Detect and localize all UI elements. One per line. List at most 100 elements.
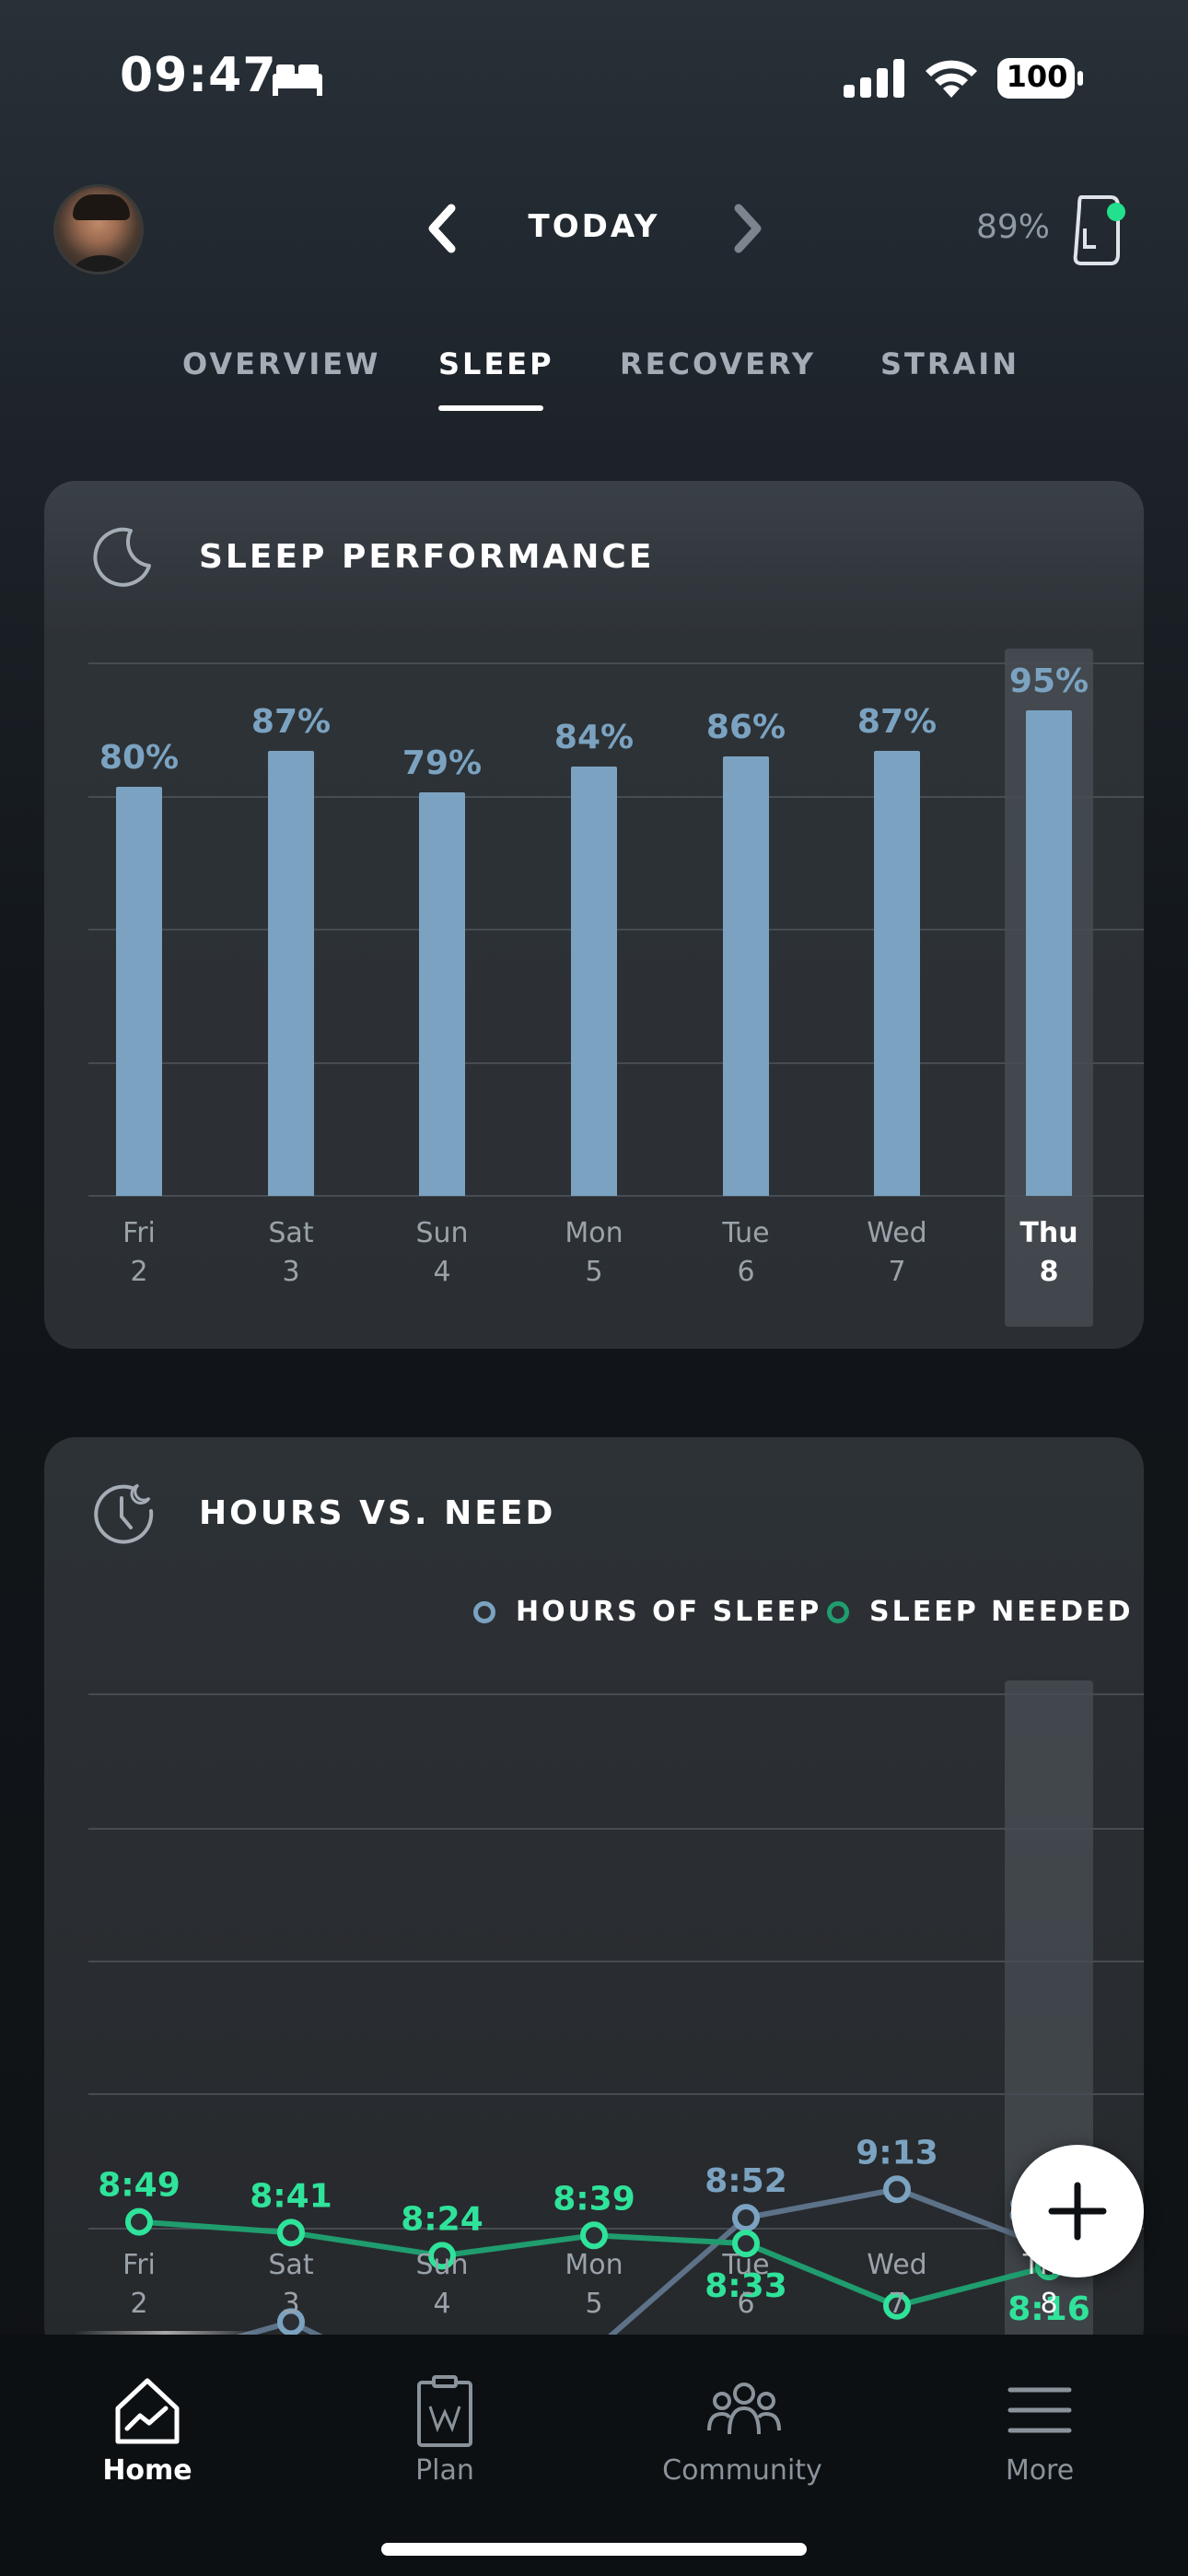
day-label: Sun 4 — [378, 1214, 507, 1292]
bar-value-label: 84% — [553, 718, 635, 756]
day-label: Fri 2 — [75, 2246, 204, 2324]
day-name: Wed — [867, 1217, 927, 1249]
strap-battery-icon[interactable] — [1068, 193, 1133, 267]
day-label: Wed 7 — [833, 2246, 961, 2324]
day-name: Fri — [122, 2249, 156, 2281]
day-label: Sun 4 — [378, 2246, 507, 2324]
bar-value-label: 80% — [99, 739, 180, 778]
menu-icon — [1007, 2387, 1072, 2433]
chevron-right-icon[interactable] — [718, 201, 774, 256]
day-number: 7 — [888, 2288, 906, 2320]
plus-icon — [1048, 2182, 1107, 2241]
day-number: 4 — [433, 1256, 451, 1288]
moon-icon — [93, 527, 151, 587]
bar-value-label: 87% — [250, 703, 332, 742]
day-label: Fri 2 — [75, 1214, 204, 1292]
sleep-performance-title: SLEEP PERFORMANCE — [199, 538, 655, 576]
day-number: 4 — [433, 2288, 451, 2320]
date-title: TODAY — [528, 208, 660, 245]
sleep-needed-value-label: 8:24 — [401, 2200, 483, 2238]
tab-strain[interactable]: STRAIN — [880, 346, 1019, 381]
day-number: 8 — [1040, 2288, 1058, 2320]
tab-sleep[interactable]: SLEEP — [438, 346, 554, 381]
nav-plan-label: Plan — [415, 2454, 474, 2487]
day-name: Thu — [1019, 1217, 1078, 1249]
sleep-needed-value-label: 8:39 — [553, 2180, 635, 2218]
bottom-nav: Home Plan Community More — [0, 2335, 1188, 2576]
bar-value-label: 95% — [1008, 662, 1089, 700]
bar-mon — [571, 766, 617, 1196]
day-name: Wed — [867, 2249, 927, 2281]
bar-tue — [723, 755, 769, 1196]
day-label: Mon 5 — [530, 2246, 658, 2324]
tab-recovery[interactable]: RECOVERY — [620, 346, 816, 381]
day-number: 7 — [888, 1256, 906, 1288]
battery-level: 100 — [1006, 59, 1068, 94]
bar-wed — [874, 751, 920, 1196]
day-number: 6 — [737, 2288, 755, 2320]
nav-more-label: More — [1005, 2454, 1075, 2487]
status-time: 09:47 — [120, 48, 277, 103]
day-label: Tue 6 — [681, 2246, 810, 2324]
day-number: 6 — [737, 1256, 755, 1288]
status-bar: 09:47 100 — [0, 0, 1188, 157]
day-number: 5 — [585, 2288, 603, 2320]
day-name: Sat — [268, 1217, 314, 1249]
add-activity-button[interactable] — [1011, 2145, 1144, 2277]
avatar-shirt — [64, 255, 139, 272]
nav-community-label: Community — [662, 2454, 822, 2487]
hours-of-sleep-value-label: 8:52 — [705, 2162, 787, 2200]
day-name: Sun — [415, 1217, 469, 1249]
bar-value-label: 79% — [402, 744, 483, 782]
avatar[interactable] — [53, 184, 144, 275]
home-icon — [115, 2378, 180, 2444]
bar-thu — [1026, 709, 1072, 1196]
sleep-performance-card[interactable]: SLEEP PERFORMANCE 80% Fri 2 87% Sat 3 79% Sun 4 8… — [44, 481, 1144, 1349]
day-label: Mon 5 — [530, 1214, 658, 1292]
cellular-signal-icon — [844, 59, 904, 98]
day-name: Mon — [565, 1217, 623, 1249]
bar-value-label: 87% — [856, 703, 938, 742]
sleep-needed-point — [277, 2219, 305, 2247]
home-active-glow — [74, 2331, 258, 2335]
bed-icon — [273, 64, 322, 96]
day-number: 5 — [585, 1256, 603, 1288]
community-icon — [707, 2383, 781, 2435]
sleep-needed-value-label: 8:49 — [98, 2167, 181, 2205]
day-name: Tue — [722, 1217, 770, 1249]
avatar-hair — [73, 194, 130, 220]
day-number: 2 — [130, 1256, 148, 1288]
tab-overview[interactable]: OVERVIEW — [182, 346, 380, 381]
day-label: Sat 3 — [227, 1214, 355, 1292]
strap-battery-percent: 89% — [976, 208, 1051, 246]
nav-home-label: Home — [102, 2454, 192, 2487]
day-number: 8 — [1039, 1256, 1059, 1288]
day-name: Sat — [268, 2249, 314, 2281]
active-tab-indicator — [438, 405, 543, 411]
sleep-needed-point — [125, 2207, 153, 2236]
day-number: 3 — [282, 2288, 300, 2320]
day-number: 2 — [130, 2288, 148, 2320]
day-label: Wed 7 — [833, 1214, 961, 1292]
day-name: Tue — [722, 2249, 770, 2281]
day-label: Tue 6 — [681, 1214, 810, 1292]
day-name: Sun — [415, 2249, 469, 2281]
screen: 09:47 100 TODAY 89% OVERVIEW SLEEP RECOV… — [0, 0, 1188, 2576]
chevron-left-icon[interactable] — [416, 201, 472, 256]
hours-vs-need-card[interactable]: HOURS VS. NEED HOURS OF SLEEP SLEEP NEED… — [44, 1437, 1144, 2359]
home-indicator — [381, 2543, 807, 2556]
hours-of-sleep-value-label: 9:13 — [856, 2134, 938, 2172]
bar-sat — [268, 751, 314, 1196]
hours-of-sleep-point — [883, 2175, 911, 2204]
day-label: Sat 3 — [227, 2246, 355, 2324]
day-number: 3 — [282, 1256, 300, 1288]
bar-fri — [116, 787, 162, 1196]
sleep-needed-value-label: 8:41 — [250, 2177, 332, 2215]
tab-bar: OVERVIEW SLEEP RECOVERY STRAIN — [0, 346, 1188, 420]
bar-sun — [419, 791, 465, 1196]
bar-value-label: 86% — [705, 708, 786, 746]
clipboard-icon — [417, 2375, 472, 2447]
wifi-icon — [926, 60, 977, 98]
sleep-needed-point — [580, 2221, 608, 2250]
day-name: Fri — [122, 1217, 156, 1249]
